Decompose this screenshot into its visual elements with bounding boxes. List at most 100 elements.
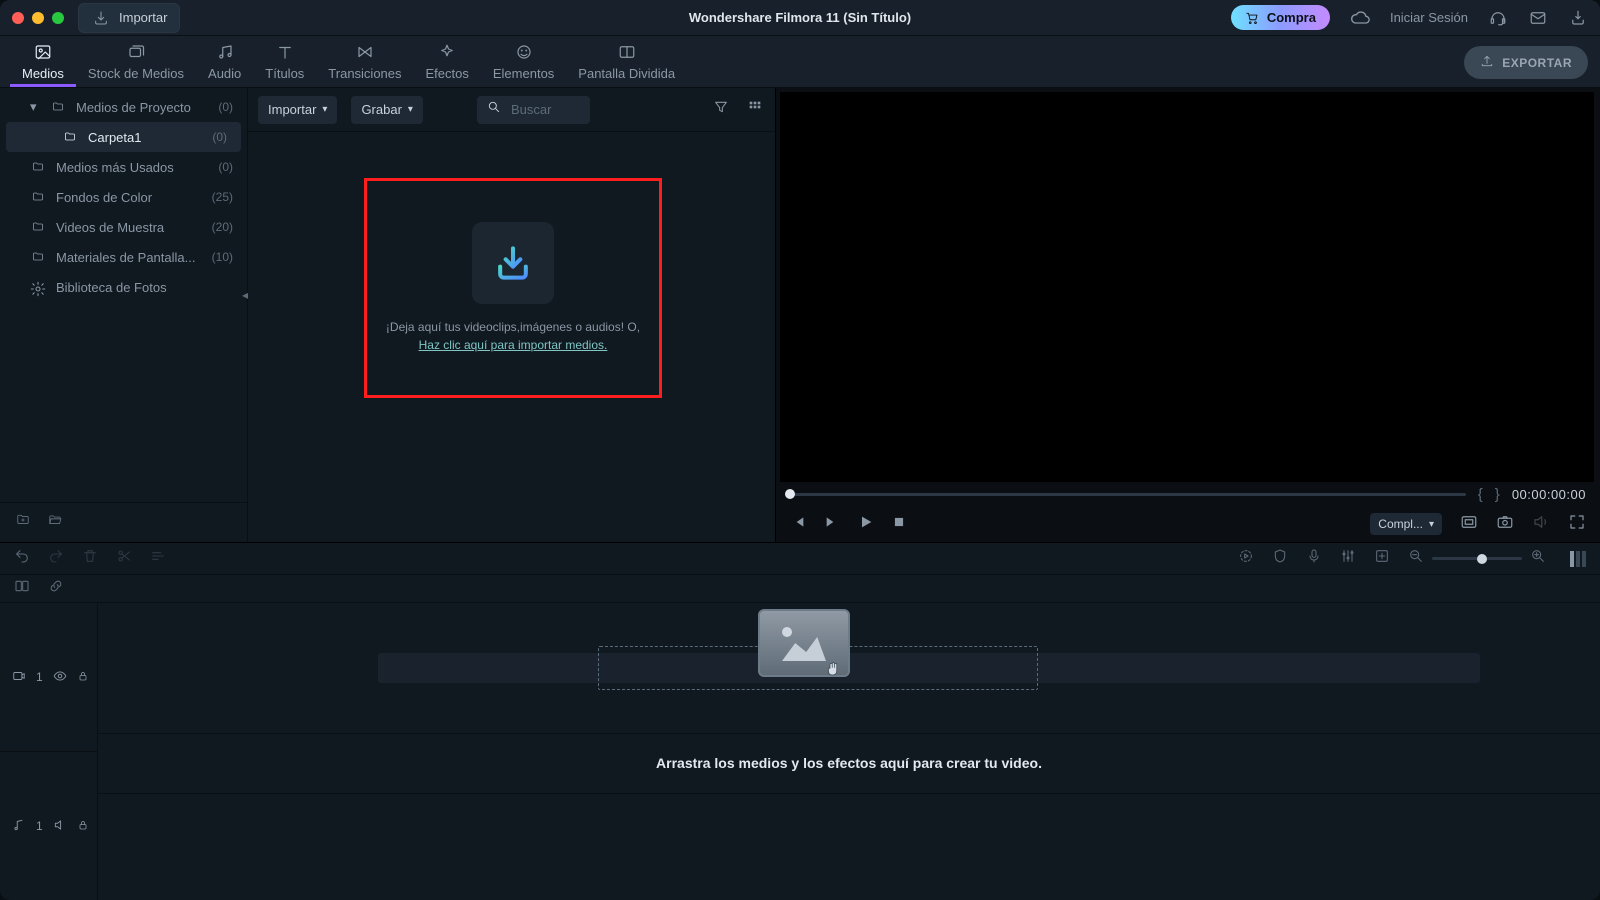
record-dropdown-label: Grabar bbox=[361, 102, 401, 117]
edit-tools-icon[interactable] bbox=[150, 548, 166, 569]
dropzone-text: ¡Deja aquí tus videoclips,imágenes o aud… bbox=[386, 318, 640, 354]
redo-icon[interactable] bbox=[48, 548, 64, 569]
zoom-in-icon[interactable] bbox=[1530, 548, 1546, 569]
track-lock-icon[interactable] bbox=[77, 670, 89, 685]
transition-icon bbox=[355, 42, 375, 62]
tab-media[interactable]: Medios bbox=[10, 42, 76, 87]
messages-icon[interactable] bbox=[1528, 8, 1548, 28]
music-note-icon bbox=[215, 42, 235, 62]
sidebar-item-screen-materials[interactable]: Materiales de Pantalla... (10) bbox=[0, 242, 247, 272]
chevron-down-icon: ▾ bbox=[408, 104, 413, 115]
hint-row: Arrastra los medios y los efectos aquí p… bbox=[98, 734, 1600, 794]
track-visibility-icon[interactable] bbox=[53, 669, 67, 686]
sidebar-footer bbox=[0, 502, 247, 542]
mark-in-icon[interactable]: { bbox=[1478, 486, 1483, 503]
folder-icon bbox=[30, 251, 46, 263]
play-icon[interactable] bbox=[858, 514, 874, 535]
grab-cursor-icon bbox=[824, 659, 842, 679]
chevron-down-icon: ▾ bbox=[1429, 519, 1434, 530]
export-up-icon bbox=[1480, 54, 1494, 71]
stock-stack-icon bbox=[126, 42, 146, 62]
tab-audio[interactable]: Audio bbox=[196, 42, 253, 87]
preview-panel: { } 00:00:00:00 Compl... ▾ bbox=[776, 88, 1600, 542]
delete-icon[interactable] bbox=[82, 548, 98, 569]
sidebar-item-count: (0) bbox=[212, 130, 227, 144]
track-lock-icon[interactable] bbox=[77, 819, 89, 834]
grid-view-icon[interactable] bbox=[745, 99, 765, 120]
source-tabs: Medios Stock de Medios Audio Títulos Tra… bbox=[0, 36, 1600, 88]
dropzone-import-link[interactable]: Haz clic aquí para importar medios. bbox=[419, 338, 608, 352]
step-back-icon[interactable] bbox=[790, 514, 806, 535]
preview-scrubber[interactable] bbox=[790, 493, 1466, 496]
track-mute-icon[interactable] bbox=[53, 818, 67, 835]
sidebar-item-project-media[interactable]: ▾ Medios de Proyecto (0) bbox=[0, 92, 247, 122]
maximize-window-button[interactable] bbox=[52, 12, 64, 24]
media-dropzone[interactable]: ¡Deja aquí tus videoclips,imágenes o aud… bbox=[367, 181, 659, 395]
tab-stock-media[interactable]: Stock de Medios bbox=[76, 42, 196, 87]
filter-icon[interactable] bbox=[711, 99, 731, 120]
camera-icon[interactable] bbox=[1496, 513, 1514, 536]
record-dropdown[interactable]: Grabar ▾ bbox=[351, 96, 423, 124]
match-frame-icon[interactable] bbox=[14, 578, 30, 599]
tab-label: Títulos bbox=[265, 66, 304, 81]
track-headers: 1 1 bbox=[0, 603, 98, 900]
audio-mixer-icon[interactable] bbox=[1340, 548, 1356, 569]
sidebar-item-photo-library[interactable]: Biblioteca de Fotos bbox=[0, 272, 247, 302]
tab-split-screen[interactable]: Pantalla Dividida bbox=[566, 42, 687, 87]
timecode-display: 00:00:00:00 bbox=[1512, 487, 1586, 502]
tab-elements[interactable]: Elementos bbox=[481, 42, 566, 87]
timeline-view-toggle[interactable] bbox=[1570, 551, 1586, 567]
import-dropdown[interactable]: Importar ▾ bbox=[258, 96, 337, 124]
buy-button[interactable]: Compra bbox=[1231, 5, 1330, 30]
voiceover-mic-icon[interactable] bbox=[1306, 548, 1322, 569]
cloud-icon[interactable] bbox=[1350, 8, 1370, 28]
playback-quality-dropdown[interactable]: Compl... ▾ bbox=[1370, 513, 1442, 535]
gear-icon bbox=[30, 281, 46, 293]
support-headset-icon[interactable] bbox=[1488, 8, 1508, 28]
new-folder-icon[interactable] bbox=[14, 513, 32, 532]
volume-mute-icon[interactable] bbox=[1532, 513, 1550, 536]
zoom-slider[interactable] bbox=[1432, 557, 1522, 560]
link-clip-icon[interactable] bbox=[48, 578, 64, 599]
signin-button[interactable]: Iniciar Sesión bbox=[1390, 10, 1468, 25]
playback-quality-label: Compl... bbox=[1378, 517, 1423, 531]
sidebar-item-color-bg[interactable]: Fondos de Color (25) bbox=[0, 182, 247, 212]
highlight-box: ¡Deja aquí tus videoclips,imágenes o aud… bbox=[364, 178, 662, 398]
sidebar-item-most-used[interactable]: Medios más Usados (0) bbox=[0, 152, 247, 182]
mark-out-icon[interactable]: } bbox=[1495, 486, 1500, 503]
audio-track-head[interactable]: 1 bbox=[0, 752, 97, 900]
split-scissors-icon[interactable] bbox=[116, 548, 132, 569]
undo-icon[interactable] bbox=[14, 548, 30, 569]
video-track-lane[interactable] bbox=[98, 603, 1600, 734]
tab-effects[interactable]: Efectos bbox=[414, 42, 481, 87]
scrubber-knob[interactable] bbox=[785, 489, 795, 499]
export-button[interactable]: EXPORTAR bbox=[1464, 46, 1588, 79]
tab-transitions[interactable]: Transiciones bbox=[316, 42, 413, 87]
import-button-top[interactable]: Importar bbox=[78, 3, 180, 33]
sidebar-item-folder1[interactable]: Carpeta1 (0) bbox=[6, 122, 241, 152]
snapshot-icon[interactable] bbox=[1460, 513, 1478, 536]
audio-track-lane[interactable] bbox=[98, 794, 1600, 900]
close-window-button[interactable] bbox=[12, 12, 24, 24]
keyframe-add-icon[interactable] bbox=[1374, 548, 1390, 569]
open-folder-icon[interactable] bbox=[46, 513, 64, 532]
preview-viewport[interactable] bbox=[780, 92, 1594, 482]
step-fwd-icon[interactable] bbox=[824, 514, 840, 535]
search-input[interactable] bbox=[509, 101, 580, 118]
video-track-head[interactable]: 1 bbox=[0, 603, 97, 752]
chevron-down-icon: ▾ bbox=[30, 99, 40, 115]
zoom-out-icon[interactable] bbox=[1408, 548, 1424, 569]
updates-icon[interactable] bbox=[1568, 8, 1588, 28]
timeline-tracks[interactable]: Arrastra los medios y los efectos aquí p… bbox=[98, 603, 1600, 900]
marker-shield-icon[interactable] bbox=[1272, 548, 1288, 569]
titlebar: Importar Wondershare Filmora 11 (Sin Tít… bbox=[0, 0, 1600, 36]
folder-icon bbox=[30, 191, 46, 203]
zoom-slider-knob[interactable] bbox=[1477, 554, 1487, 564]
sidebar-item-sample-videos[interactable]: Videos de Muestra (20) bbox=[0, 212, 247, 242]
stop-icon[interactable] bbox=[892, 515, 906, 534]
render-preview-icon[interactable] bbox=[1238, 548, 1254, 569]
minimize-window-button[interactable] bbox=[32, 12, 44, 24]
tab-titles[interactable]: Títulos bbox=[253, 42, 316, 87]
fullscreen-icon[interactable] bbox=[1568, 513, 1586, 536]
media-search[interactable] bbox=[477, 96, 590, 124]
